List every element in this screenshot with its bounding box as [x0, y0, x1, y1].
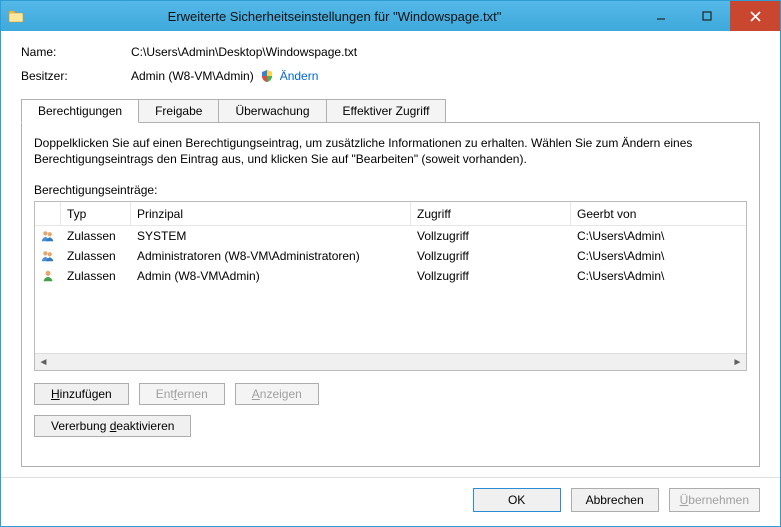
principal-icon — [35, 248, 61, 264]
principal-icon — [35, 228, 61, 244]
cell-type: Zulassen — [61, 229, 131, 243]
window: Erweiterte Sicherheitseinstellungen für … — [0, 0, 781, 527]
window-title: Erweiterte Sicherheitseinstellungen für … — [31, 9, 638, 24]
list-buttons: Hinzufügen Entfernen Anzeigen — [34, 383, 747, 405]
horizontal-scrollbar[interactable]: ◄ ► — [35, 353, 746, 370]
name-row: Name: C:\Users\Admin\Desktop\Windowspage… — [21, 45, 760, 59]
permission-list[interactable]: Typ Prinzipal Zugriff Geerbt von Zulasse… — [34, 201, 747, 371]
table-row[interactable]: ZulassenSYSTEMVollzugriffC:\Users\Admin\ — [35, 226, 746, 246]
remove-button: Entfernen — [139, 383, 225, 405]
tab-effective[interactable]: Effektiver Zugriff — [326, 99, 447, 123]
titlebar[interactable]: Erweiterte Sicherheitseinstellungen für … — [1, 1, 780, 31]
col-type[interactable]: Typ — [61, 202, 131, 225]
table-row[interactable]: ZulassenAdministratoren (W8-VM\Administr… — [35, 246, 746, 266]
scroll-left-icon[interactable]: ◄ — [35, 357, 52, 368]
cell-principal: Admin (W8-VM\Admin) — [131, 269, 411, 283]
change-owner-link[interactable]: Ändern — [280, 69, 319, 83]
minimize-button[interactable] — [638, 1, 684, 31]
tab-strip: Berechtigungen Freigabe Überwachung Effe… — [21, 99, 760, 123]
principal-icon — [35, 268, 61, 284]
inherit-buttons: Vererbung deaktivieren — [34, 415, 747, 437]
cell-principal: SYSTEM — [131, 229, 411, 243]
hint-text: Doppelklicken Sie auf einen Berechtigung… — [34, 135, 747, 167]
col-principal[interactable]: Prinzipal — [131, 202, 411, 225]
tab-permissions[interactable]: Berechtigungen — [21, 99, 139, 123]
owner-row: Besitzer: Admin (W8-VM\Admin) Ändern — [21, 69, 760, 83]
cell-type: Zulassen — [61, 249, 131, 263]
col-icon[interactable] — [35, 202, 61, 225]
owner-value: Admin (W8-VM\Admin) — [131, 69, 254, 83]
list-rows: ZulassenSYSTEMVollzugriffC:\Users\Admin\… — [35, 226, 746, 353]
cell-access: Vollzugriff — [411, 269, 571, 283]
view-button: Anzeigen — [235, 383, 319, 405]
col-access[interactable]: Zugriff — [411, 202, 571, 225]
cell-inherited: C:\Users\Admin\ — [571, 249, 746, 263]
list-header[interactable]: Typ Prinzipal Zugriff Geerbt von — [35, 202, 746, 226]
cell-inherited: C:\Users\Admin\ — [571, 269, 746, 283]
scroll-right-icon[interactable]: ► — [729, 357, 746, 368]
tab-share[interactable]: Freigabe — [138, 99, 219, 123]
apply-button: Übernehmen — [669, 488, 760, 512]
footer: OK Abbrechen Übernehmen — [1, 477, 780, 526]
table-row[interactable]: ZulassenAdmin (W8-VM\Admin)VollzugriffC:… — [35, 266, 746, 286]
tab-audit[interactable]: Überwachung — [218, 99, 326, 123]
owner-label: Besitzer: — [21, 69, 131, 83]
cancel-button[interactable]: Abbrechen — [571, 488, 659, 512]
cell-type: Zulassen — [61, 269, 131, 283]
maximize-button[interactable] — [684, 1, 730, 31]
name-label: Name: — [21, 45, 131, 59]
tab-body: Doppelklicken Sie auf einen Berechtigung… — [21, 122, 760, 467]
cell-access: Vollzugriff — [411, 229, 571, 243]
cell-access: Vollzugriff — [411, 249, 571, 263]
cell-inherited: C:\Users\Admin\ — [571, 229, 746, 243]
close-button[interactable] — [730, 1, 780, 31]
app-icon — [1, 8, 31, 24]
col-inherited[interactable]: Geerbt von — [571, 202, 746, 225]
disable-inheritance-button[interactable]: Vererbung deaktivieren — [34, 415, 191, 437]
entries-label: Berechtigungseinträge: — [34, 183, 747, 197]
content: Name: C:\Users\Admin\Desktop\Windowspage… — [1, 31, 780, 477]
cell-principal: Administratoren (W8-VM\Administratoren) — [131, 249, 411, 263]
ok-button[interactable]: OK — [473, 488, 561, 512]
add-button[interactable]: Hinzufügen — [34, 383, 129, 405]
window-controls — [638, 1, 780, 31]
name-value: C:\Users\Admin\Desktop\Windowspage.txt — [131, 45, 357, 59]
shield-icon — [260, 69, 274, 83]
